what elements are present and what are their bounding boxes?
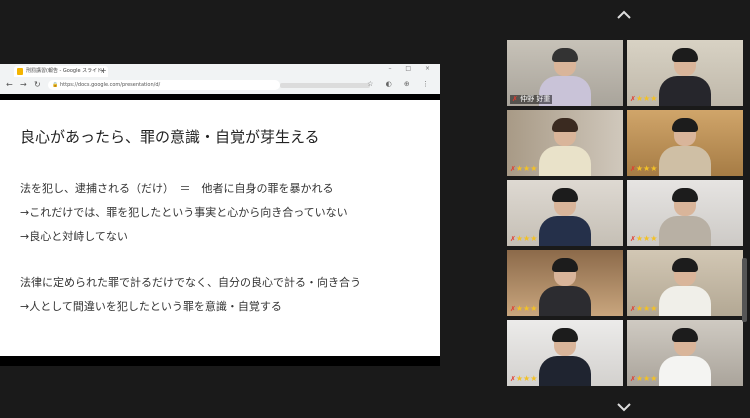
- participant-stars: ✗★★★: [630, 234, 658, 243]
- participant-tile[interactable]: ✗★★★: [627, 40, 743, 106]
- participant-stars: ✗★★★: [510, 234, 538, 243]
- browser-chrome: 刑罰講習(報告 - Google スライド × + – □ × ← → ↻ 🔒 …: [0, 64, 440, 95]
- participant-stars: ✗★★★: [510, 374, 538, 383]
- participant-gallery: ✗ 仲野 好重 ✗★★★ ✗★★★ ✗★★★ ✗★★★ ✗★★★ ✗★★★ ✗★…: [507, 40, 748, 386]
- slides-favicon-icon: [17, 68, 23, 75]
- blurred-url-segment: [280, 83, 370, 88]
- slide-line: →良心と対峙してない: [20, 230, 128, 243]
- reload-icon[interactable]: ↻: [34, 80, 41, 89]
- mic-muted-icon: ✗: [512, 95, 518, 103]
- participant-name: ✗ 仲野 好重: [510, 95, 553, 104]
- url-text: https://docs.google.com/presentation/d/: [60, 82, 161, 88]
- participant-video: [659, 188, 711, 246]
- participant-video: [539, 328, 591, 386]
- back-icon[interactable]: ←: [6, 80, 13, 89]
- forward-icon[interactable]: →: [20, 80, 27, 89]
- participant-video: [539, 258, 591, 316]
- participant-stars: ✗★★★: [510, 164, 538, 173]
- participant-tile[interactable]: ✗★★★: [507, 250, 623, 316]
- tab-title: 刑罰講習(報告 - Google スライド: [26, 68, 103, 74]
- participant-video: [539, 188, 591, 246]
- lock-icon: 🔒: [52, 82, 59, 88]
- new-tab-button[interactable]: +: [100, 66, 107, 75]
- participant-tile[interactable]: ✗★★★: [507, 320, 623, 386]
- window-controls[interactable]: – □ ×: [388, 65, 436, 72]
- slide-line: 法律に定められた罪で計るだけでなく、自分の良心で計る・向き合う: [20, 276, 361, 289]
- slide-title: 良心があったら、罪の意識・自覚が芽生える: [20, 128, 320, 146]
- participant-video: [539, 118, 591, 176]
- shared-screen: 刑罰講習(報告 - Google スライド × + – □ × ← → ↻ 🔒 …: [0, 64, 440, 366]
- scroll-up-icon[interactable]: [617, 10, 631, 20]
- participant-tile[interactable]: ✗★★★: [627, 250, 743, 316]
- slide-line: 法を犯し、逮捕される（だけ） ＝ 他者に自身の罪を暴かれる: [20, 182, 334, 195]
- address-row: ← → ↻ 🔒 https://docs.google.com/presenta…: [0, 78, 440, 93]
- participant-stars: ✗★★★: [510, 304, 538, 313]
- presentation-slide: 良心があったら、罪の意識・自覚が芽生える 法を犯し、逮捕される（だけ） ＝ 他者…: [0, 100, 440, 356]
- participant-stars: ✗★★★: [630, 94, 658, 103]
- participant-stars: ✗★★★: [630, 374, 658, 383]
- slide-line: →これだけでは、罪を犯したという事実と心から向き合っていない: [20, 206, 348, 219]
- browser-tab[interactable]: 刑罰講習(報告 - Google スライド ×: [14, 66, 108, 77]
- participant-tile[interactable]: ✗★★★: [627, 180, 743, 246]
- scroll-down-icon[interactable]: [617, 402, 631, 412]
- slide-line: →人として間違いを犯したという罪を意識・自覚する: [20, 300, 282, 313]
- participant-video: [659, 258, 711, 316]
- toolbar-icons[interactable]: ☆ ◐ ⊕ ⋮: [367, 80, 434, 88]
- gallery-scrollbar[interactable]: [742, 258, 747, 322]
- address-bar[interactable]: 🔒 https://docs.google.com/presentation/d…: [48, 80, 280, 90]
- participant-video: [659, 328, 711, 386]
- participant-video: [659, 118, 711, 176]
- participant-tile[interactable]: ✗ 仲野 好重: [507, 40, 623, 106]
- participant-tile[interactable]: ✗★★★: [507, 110, 623, 176]
- participant-tile[interactable]: ✗★★★: [627, 320, 743, 386]
- participant-stars: ✗★★★: [630, 304, 658, 313]
- participant-tile-active-speaker[interactable]: ✗★★★: [627, 110, 743, 176]
- participant-video: [659, 48, 711, 106]
- participant-tile[interactable]: ✗★★★: [507, 180, 623, 246]
- participant-stars: ✗★★★: [630, 164, 658, 173]
